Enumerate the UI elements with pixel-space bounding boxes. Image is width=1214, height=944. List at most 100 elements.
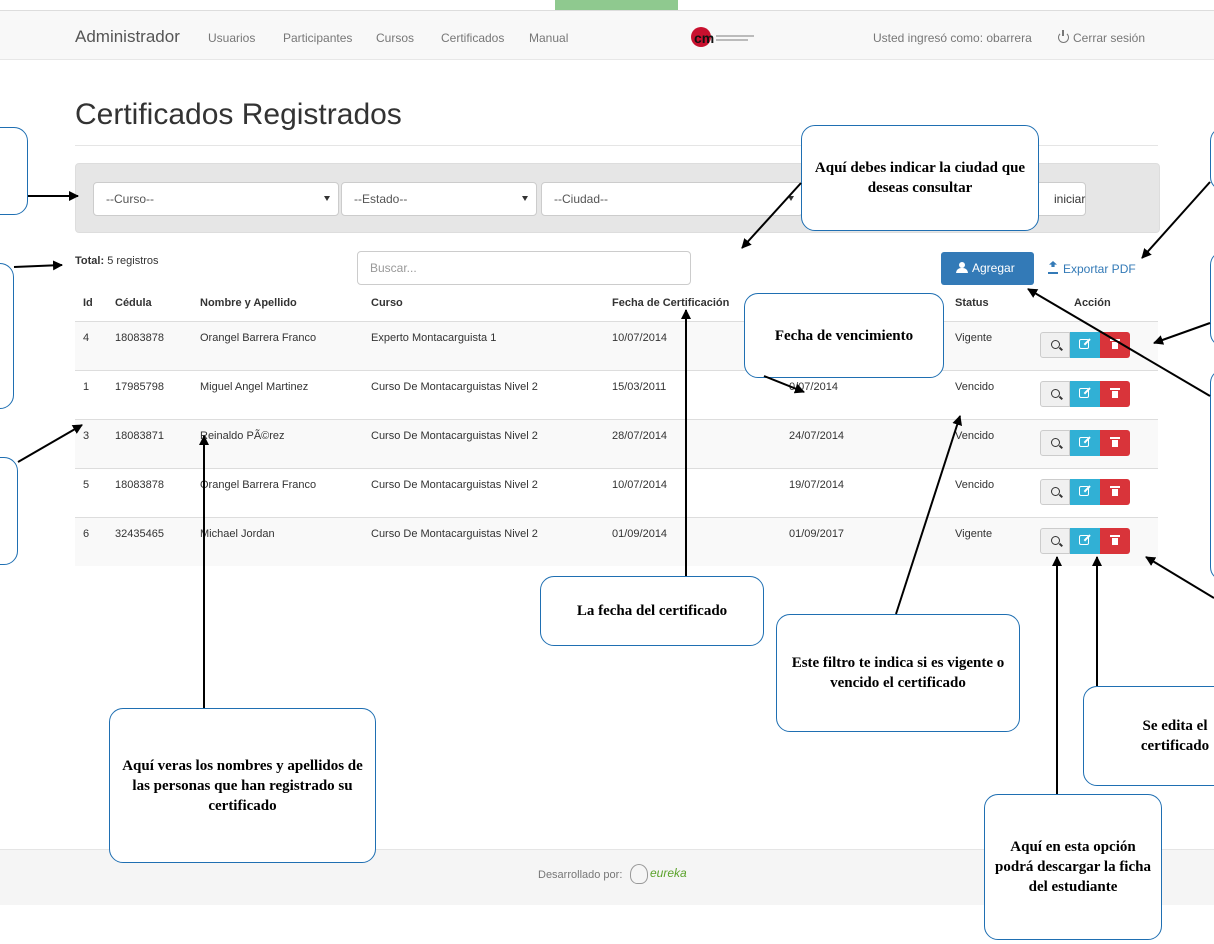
callout-vencimiento: Fecha de vencimiento xyxy=(744,293,944,378)
search-input[interactable]: Buscar... xyxy=(357,251,691,285)
arrow-to-id xyxy=(17,424,83,463)
callout-right-1 xyxy=(1210,127,1214,191)
edit-icon xyxy=(1079,388,1089,398)
cell-nombre: Orangel Barrera Franco xyxy=(200,479,317,491)
cell-cedula: 18083871 xyxy=(115,430,164,442)
callout-filtro-status: Este filtro te indica si es vigente o ve… xyxy=(776,614,1020,732)
power-icon xyxy=(1058,30,1069,43)
edit-icon xyxy=(1079,437,1089,447)
table-header: Id Cédula Nombre y Apellido Curso Fecha … xyxy=(75,297,1158,323)
brand[interactable]: Administrador xyxy=(75,27,180,47)
add-button[interactable]: Agregar xyxy=(941,252,1034,285)
chevron-down-icon xyxy=(788,196,794,201)
edit-button[interactable] xyxy=(1070,479,1100,505)
table-row: 6 32435465 Michael Jordan Curso De Montacar… xyxy=(75,517,1158,566)
user-icon xyxy=(956,262,968,273)
cell-vencimiento: 01/09/2017 xyxy=(789,528,845,540)
estado-select[interactable]: --Estado-- xyxy=(341,182,537,216)
nav-usuarios[interactable]: Usuarios xyxy=(208,31,255,45)
cell-curso: Experto Montacarguista 1 xyxy=(371,332,497,344)
chevron-down-icon xyxy=(324,196,330,201)
delete-button[interactable] xyxy=(1100,332,1130,358)
header-cedula: Cédula xyxy=(115,297,152,309)
cell-status: Vencido xyxy=(955,479,995,491)
trash-icon xyxy=(1110,535,1120,545)
navbar: Administrador Usuarios Participantes Cur… xyxy=(0,10,1214,60)
cell-status: Vigente xyxy=(955,332,993,344)
nav-participantes[interactable]: Participantes xyxy=(283,31,352,45)
callout-right-3 xyxy=(1210,369,1214,581)
cell-nombre: Miguel Angel Martinez xyxy=(200,381,309,393)
cell-cedula: 18083878 xyxy=(115,479,164,491)
edit-icon xyxy=(1079,339,1089,349)
nav-cursos[interactable]: Cursos xyxy=(376,31,414,45)
cell-id: 6 xyxy=(83,528,90,540)
zoom-in-icon xyxy=(1051,340,1060,349)
delete-button[interactable] xyxy=(1100,479,1130,505)
cell-fecha: 10/07/2014 xyxy=(612,332,668,344)
callout-right-2 xyxy=(1210,251,1214,347)
table-row: 1 17985798 Miguel Angel Martinez Curso De M… xyxy=(75,370,1158,419)
zoom-in-icon xyxy=(1051,438,1060,447)
cell-fecha: 15/03/2011 xyxy=(612,381,667,393)
eureka-logo[interactable]: eureka xyxy=(630,864,687,884)
page-title: Certificados Registrados xyxy=(75,98,402,131)
trash-icon xyxy=(1110,388,1120,398)
view-button[interactable] xyxy=(1040,381,1070,407)
zoom-in-icon xyxy=(1051,487,1060,496)
cell-curso: Curso De Montacarguistas Nivel 2 xyxy=(371,528,538,540)
cell-vencimiento: 19/07/2014 xyxy=(789,479,845,491)
cell-id: 3 xyxy=(83,430,90,442)
trash-icon xyxy=(1110,437,1120,447)
logout-link[interactable]: Cerrar sesión xyxy=(1058,30,1145,45)
cell-nombre: Orangel Barrera Franco xyxy=(200,332,317,344)
view-button[interactable] xyxy=(1040,528,1070,554)
nav-certificados[interactable]: Certificados xyxy=(441,31,504,45)
eureka-icon xyxy=(630,864,648,884)
view-button[interactable] xyxy=(1040,479,1070,505)
cell-status: Vencido xyxy=(955,430,995,442)
edit-button[interactable] xyxy=(1070,332,1100,358)
callout-left-2 xyxy=(0,263,14,409)
zoom-in-icon xyxy=(1051,536,1060,545)
nav-manual[interactable]: Manual xyxy=(529,31,568,45)
logo: cm xyxy=(690,24,760,55)
edit-button[interactable] xyxy=(1070,381,1100,407)
table-row: 3 18083871 Reinaldo PÃ©rez Curso De Montaca… xyxy=(75,419,1158,468)
cell-vencimiento: 0/07/2014 xyxy=(789,381,838,393)
delete-button[interactable] xyxy=(1100,381,1130,407)
cell-status: Vencido xyxy=(955,381,995,393)
cell-id: 5 xyxy=(83,479,90,491)
curso-select[interactable]: --Curso-- xyxy=(93,182,339,216)
callout-nombres: Aquí veras los nombres y apellidos de la… xyxy=(109,708,376,863)
chevron-down-icon xyxy=(522,196,528,201)
arrow-to-delete xyxy=(1153,322,1211,345)
export-pdf-link[interactable]: Exportar PDF xyxy=(1048,260,1136,276)
ciudad-select[interactable]: --Ciudad-- xyxy=(541,182,803,216)
arrow-to-total xyxy=(13,260,63,271)
callout-left-1 xyxy=(0,127,28,215)
header-id: Id xyxy=(83,297,93,309)
header-curso: Curso xyxy=(371,297,403,309)
delete-button[interactable] xyxy=(1100,528,1130,554)
cell-curso: Curso De Montacarguistas Nivel 2 xyxy=(371,430,538,442)
view-button[interactable] xyxy=(1040,430,1070,456)
table-row: 4 18083878 Orangel Barrera Franco Experto M… xyxy=(75,321,1158,370)
edit-button[interactable] xyxy=(1070,430,1100,456)
callout-fecha-cert: La fecha del certificado xyxy=(540,576,764,646)
view-button[interactable] xyxy=(1040,332,1070,358)
cell-cedula: 32435465 xyxy=(115,528,164,540)
edit-button[interactable] xyxy=(1070,528,1100,554)
trash-icon xyxy=(1110,486,1120,496)
header-nombre: Nombre y Apellido xyxy=(200,297,297,309)
export-icon xyxy=(1048,261,1058,274)
cell-curso: Curso De Montacarguistas Nivel 2 xyxy=(371,381,538,393)
callout-ficha: Aquí en esta opción podrá descargar la f… xyxy=(984,794,1162,940)
header-accion: Acción xyxy=(1074,297,1111,309)
cell-nombre: Michael Jordan xyxy=(200,528,275,540)
callout-ciudad: Aquí debes indicar la ciudad que deseas … xyxy=(801,125,1039,231)
cell-fecha: 10/07/2014 xyxy=(612,479,668,491)
user-info: Usted ingresó como: obarrera xyxy=(873,31,1032,45)
delete-button[interactable] xyxy=(1100,430,1130,456)
zoom-in-icon xyxy=(1051,389,1060,398)
